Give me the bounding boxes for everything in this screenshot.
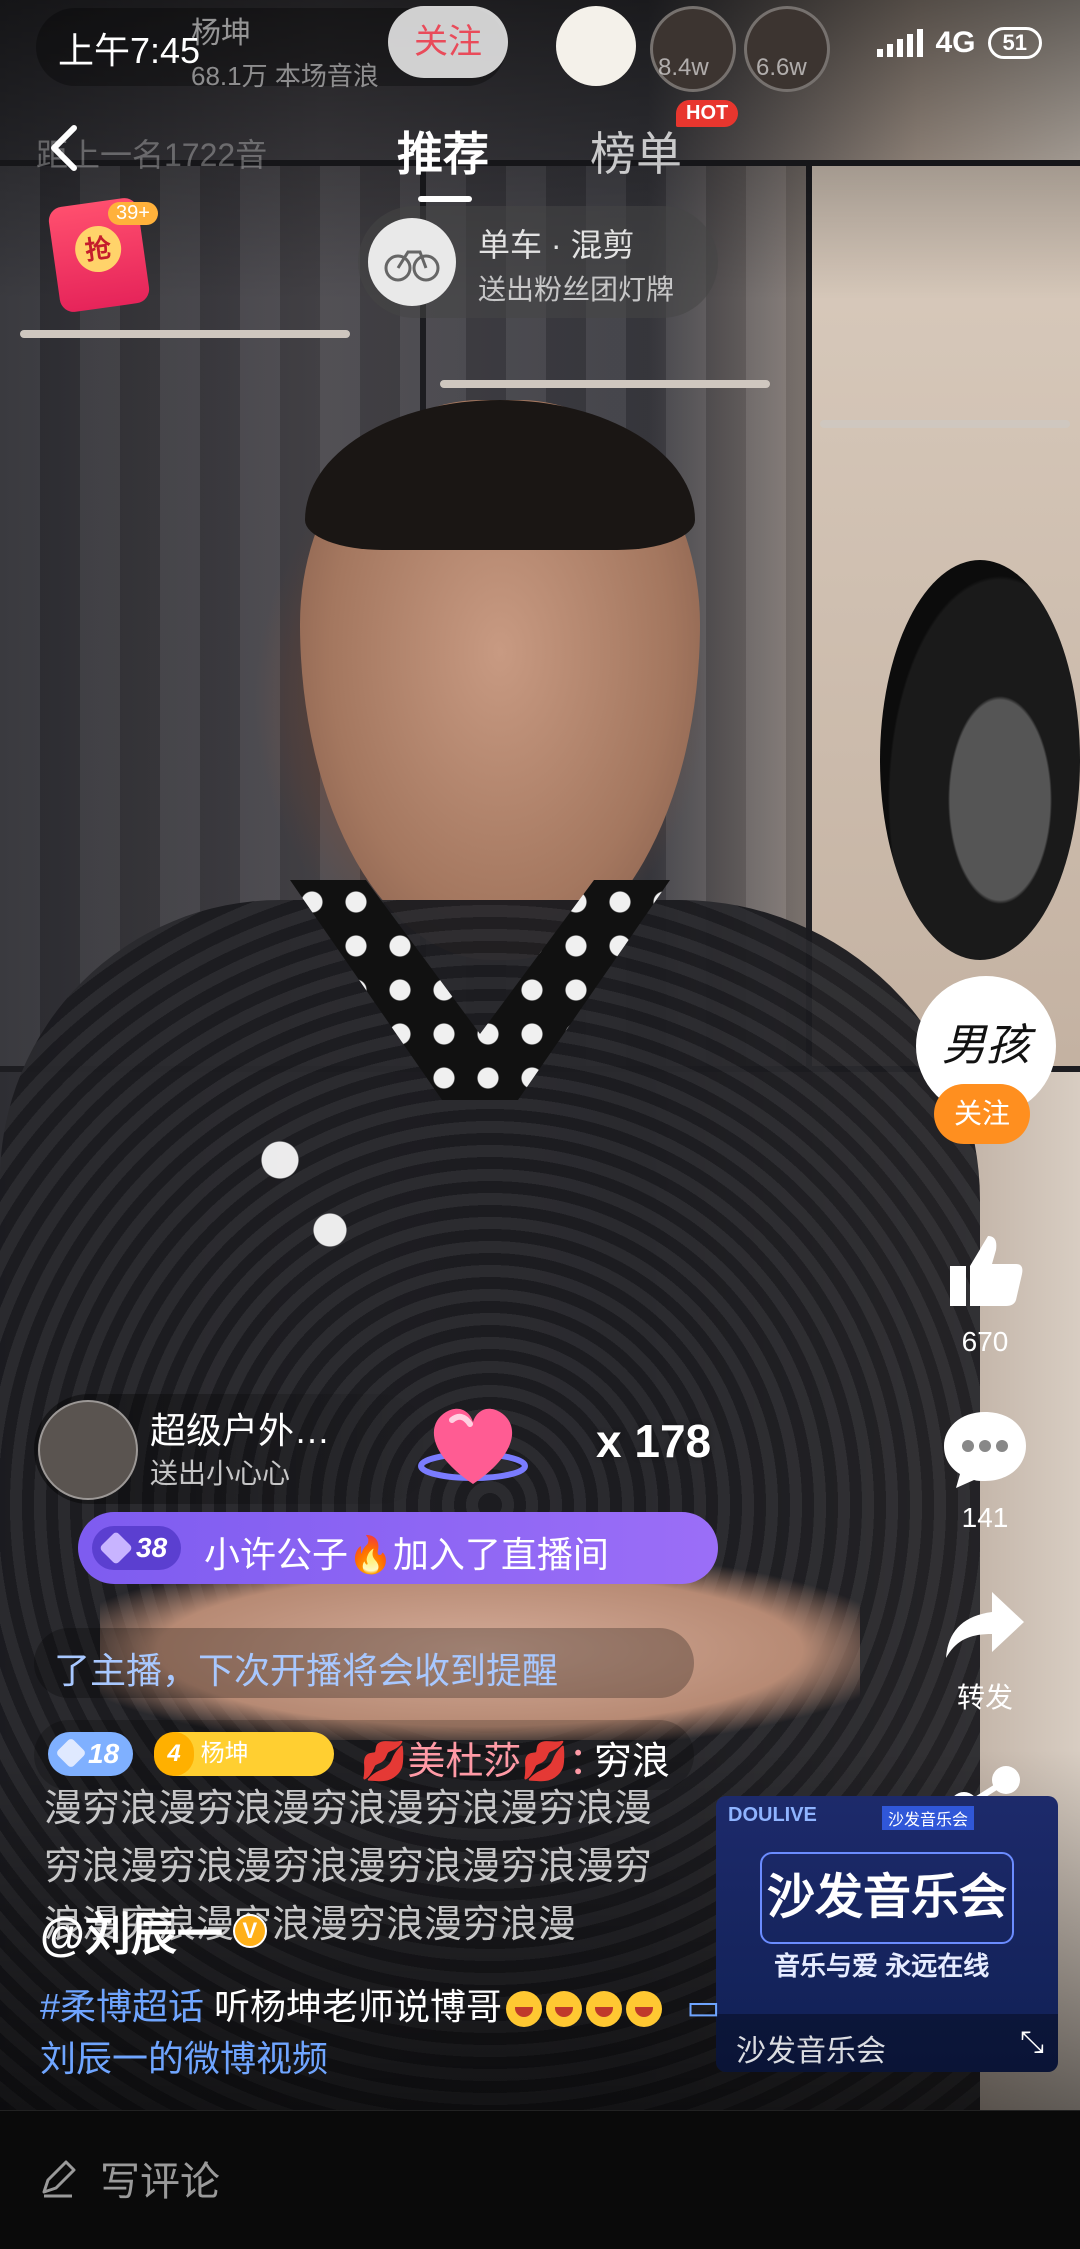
repost-button[interactable]: 转发 (930, 1586, 1040, 1716)
gift-notice-subtitle: 送出粉丝团灯牌 (478, 274, 675, 305)
like-count: 670 (961, 1326, 1009, 1357)
user-level-badge: 18 (48, 1732, 134, 1776)
bicycle-icon (368, 218, 456, 306)
like-button[interactable]: 670 (930, 1226, 1040, 1358)
gifter-name: 超级户外… (150, 1410, 331, 1451)
tab-active-indicator (418, 196, 472, 202)
promo-title: 沙发音乐会 (760, 1852, 1014, 1944)
gift-notice: 单车 · 混剪 送出粉丝团灯牌 (358, 206, 718, 318)
promo-card[interactable]: DOULIVE 沙发音乐会 沙发音乐会 音乐与爱 永远在线 沙发音乐会 ⤡ (716, 1796, 1058, 2072)
repost-arrow-icon (946, 1592, 1024, 1658)
topic-link[interactable]: #柔博超话 (40, 1986, 204, 2027)
back-button[interactable] (36, 118, 96, 178)
laughing-emoji-icon (586, 1991, 623, 2028)
promo-brand: DOULIVE (728, 1804, 817, 1826)
gift-row: 超级户外… 送出小心心 (34, 1394, 434, 1504)
gift-description: 送出小心心 (150, 1458, 291, 1489)
video-camera-icon: ▭ (686, 1986, 721, 2027)
system-notice: 了主播，下次开播将会收到提醒 (34, 1628, 694, 1698)
promo-slogan: 音乐与爱 永远在线 (774, 1951, 990, 1981)
chat-username[interactable]: 💋美杜莎💋： (360, 1730, 607, 1785)
laughing-emoji-icon (546, 1991, 583, 2028)
gem-icon (55, 1737, 87, 1769)
signal-icon (877, 29, 924, 57)
bottom-bar: 写评论 (0, 2110, 1080, 2249)
hot-badge: HOT (676, 100, 739, 127)
comment-placeholder: 写评论 (100, 2160, 220, 2204)
fan-club-badge: 4 杨坤 (154, 1732, 334, 1776)
status-bar: 上午7:45 4G 51 (0, 0, 1080, 96)
laughing-emoji-icon (506, 1991, 543, 2028)
repost-label: 转发 (956, 1682, 1013, 1713)
promo-footer-text: 沙发音乐会 (736, 2035, 886, 2068)
promo-footer: 沙发音乐会 ⤡ (716, 2014, 1058, 2072)
red-packet-count: 39+ (108, 202, 158, 225)
user-level-value: 38 (136, 1532, 168, 1563)
verified-icon: V (232, 1914, 267, 1948)
weibo-video-link[interactable]: 刘辰一的微博视频 (40, 2030, 328, 2082)
tab-recommend[interactable]: 推荐 (397, 118, 489, 184)
author-name: @刘辰一 (40, 1908, 223, 1960)
user-level-value: 18 (88, 1738, 120, 1769)
anchor-follow-button[interactable]: 关注 (934, 1084, 1030, 1144)
gift-notice-title: 单车 · 混剪 (478, 227, 635, 263)
author-handle[interactable]: @刘辰一 V (40, 1898, 267, 1964)
caption: #柔博超话 听杨坤老师说博哥 ▭ (40, 1978, 720, 2030)
promo-tag: 沙发音乐会 (882, 1806, 975, 1830)
chat-text: 穷浪 (594, 1741, 671, 1783)
user-level-badge: 38 (92, 1526, 182, 1570)
thumbs-up-icon (950, 1236, 1023, 1306)
system-notice-text: 了主播，下次开播将会收到提醒 (54, 1650, 559, 1691)
pencil-icon (42, 2160, 76, 2198)
join-text: 小许公子🔥加入了直播间 (204, 1534, 609, 1575)
comment-count: 141 (961, 1502, 1009, 1533)
studio-speaker (880, 560, 1080, 960)
battery-icon: 51 (987, 27, 1042, 59)
network-type: 4G (935, 26, 976, 59)
join-message: 38 小许公子🔥加入了直播间 (78, 1512, 718, 1584)
expand-icon[interactable]: ⤡ (1020, 2026, 1044, 2060)
tab-ranking[interactable]: 榜单 (590, 118, 682, 184)
comment-input[interactable]: 写评论 (38, 2149, 220, 2207)
comment-button[interactable]: 141 (930, 1406, 1040, 1534)
red-packet-grab: 抢 (72, 223, 125, 276)
heart-gift-icon (418, 1408, 528, 1484)
comment-bubble-icon (944, 1412, 1026, 1488)
status-time: 上午7:45 (58, 30, 201, 71)
hanging-rod (820, 420, 1070, 428)
caption-text: 听杨坤老师说博哥 (214, 1986, 503, 2027)
chevron-left-icon (51, 125, 77, 171)
fan-club-name: 杨坤 (200, 1740, 249, 1767)
gem-icon (99, 1531, 133, 1565)
hanging-rod (440, 380, 770, 388)
hanging-rod (20, 330, 350, 338)
gift-multiplier: x 178 (596, 1415, 712, 1467)
status-indicators: 4G 51 (877, 26, 1042, 60)
gifter-avatar[interactable] (38, 1400, 138, 1500)
laughing-emoji-icon (626, 1991, 663, 2028)
fan-level: 4 (154, 1732, 194, 1776)
